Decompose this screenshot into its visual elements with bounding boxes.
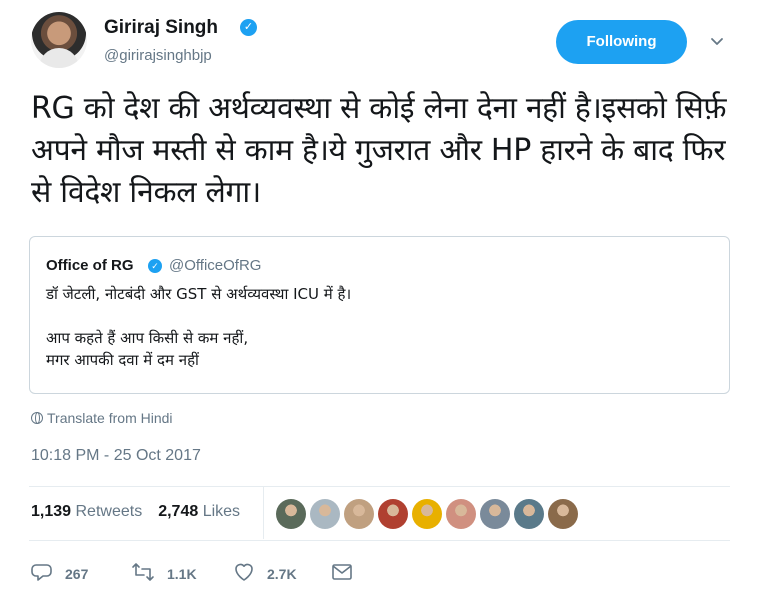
translate-label: Translate from Hindi [47, 410, 173, 426]
quoted-tweet-text: डॉ जेटली, नोटबंदी और GST से अर्थव्यवस्था… [46, 285, 352, 369]
engagement-stats: 1,139 Retweets 2,748 Likes [31, 503, 240, 521]
retweets-count: 1,139 [31, 503, 72, 520]
tweet-actions: 267 1.1K 2.7K [31, 561, 431, 585]
reply-icon [31, 564, 52, 581]
likes-label: Likes [202, 503, 241, 520]
divider [29, 540, 730, 541]
author-display-name[interactable]: Giriraj Singh [104, 17, 218, 39]
globe-icon [31, 412, 43, 424]
liker-avatar[interactable] [310, 499, 340, 529]
liker-avatar[interactable] [446, 499, 476, 529]
translate-link[interactable]: Translate from Hindi [31, 410, 173, 426]
heart-icon [235, 563, 253, 581]
following-button[interactable]: Following [556, 20, 687, 64]
chevron-down-icon[interactable] [710, 35, 724, 49]
author-handle[interactable]: @girirajsinghbjp [104, 47, 212, 64]
liker-avatar[interactable] [480, 499, 510, 529]
tweet-timestamp[interactable]: 10:18 PM - 25 Oct 2017 [31, 447, 201, 465]
likes-count: 2,748 [158, 503, 199, 520]
tweet-text: RG को देश की अर्थव्यवस्था से कोई लेना दे… [31, 91, 727, 210]
quoted-verified-badge-icon: ✓ [148, 259, 162, 273]
like-count: 2.7K [267, 566, 297, 582]
likes-stat[interactable]: 2,748 Likes [158, 503, 240, 520]
retweets-label: Retweets [75, 503, 143, 520]
liker-avatar[interactable] [548, 499, 578, 529]
liker-avatar[interactable] [412, 499, 442, 529]
retweet-icon [132, 563, 154, 581]
envelope-icon [332, 564, 352, 580]
liker-avatar[interactable] [378, 499, 408, 529]
tweet-header: Giriraj Singh ✓ @girirajsinghbjp Followi… [0, 0, 772, 80]
retweet-count: 1.1K [167, 566, 197, 582]
verified-badge-icon: ✓ [240, 19, 257, 36]
retweets-stat[interactable]: 1,139 Retweets [31, 503, 142, 520]
quoted-author-name: Office of RG [46, 257, 134, 274]
liker-avatar[interactable] [276, 499, 306, 529]
divider [29, 486, 730, 487]
reply-count: 267 [65, 566, 89, 582]
stats-separator [263, 487, 264, 539]
liker-avatar[interactable] [344, 499, 374, 529]
author-avatar[interactable] [31, 12, 87, 68]
liker-avatar[interactable] [514, 499, 544, 529]
quoted-author-handle: @OfficeOfRG [169, 257, 262, 274]
quoted-tweet-card[interactable]: Office of RG ✓ @OfficeOfRG डॉ जेटली, नोट… [29, 236, 730, 394]
